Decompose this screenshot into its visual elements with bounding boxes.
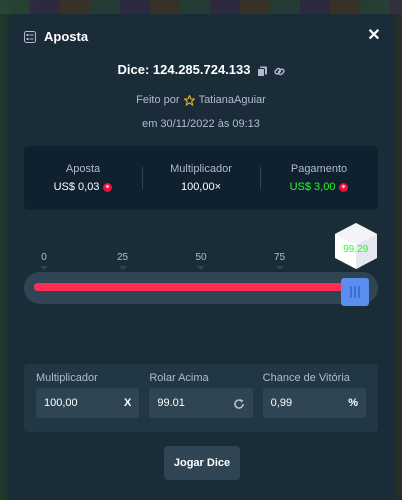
stat-payout-value-row: US$ 3,00 bbox=[290, 181, 349, 193]
percent-icon: % bbox=[348, 397, 358, 409]
link-icon[interactable] bbox=[273, 64, 285, 76]
win-chance-label: Chance de Vitória bbox=[262, 372, 350, 384]
slider-tick-label: 75 bbox=[273, 252, 286, 263]
background-games-strip bbox=[0, 0, 402, 14]
multiplier-field[interactable]: 100,00 X bbox=[36, 388, 140, 418]
stat-payout: Pagamento US$ 3,00 bbox=[260, 163, 378, 193]
win-chance-value: 0,99 bbox=[270, 397, 293, 409]
slider-handle[interactable] bbox=[340, 278, 369, 306]
stat-bet-value-row: US$ 0,03 bbox=[54, 181, 113, 193]
slider-tick-mark bbox=[275, 266, 284, 270]
play-dice-button[interactable]: Jogar Dice bbox=[164, 446, 240, 480]
bet-details-modal: Aposta ✕ Dice: 124.285.724.133 Feito por… bbox=[8, 14, 394, 500]
stat-multiplier-label: Multiplicador bbox=[170, 163, 232, 175]
slider-tick-mark bbox=[197, 266, 205, 270]
slider-tick-mark bbox=[40, 266, 48, 270]
roll-over-control: Rolar Acima 99.01 bbox=[149, 372, 253, 424]
dice-controls: Multiplicador 100,00 X Rolar Acima 99.01… bbox=[24, 364, 378, 432]
dice-result-value: 99.29 bbox=[343, 244, 369, 255]
stat-multiplier: Multiplicador 100,00× bbox=[142, 163, 260, 193]
close-button[interactable]: ✕ bbox=[366, 28, 382, 44]
stat-bet-label: Aposta bbox=[65, 163, 101, 175]
star-icon bbox=[182, 93, 196, 106]
handle-grip bbox=[353, 286, 356, 298]
currency-gem-icon bbox=[339, 182, 349, 192]
multiplier-x-icon: X bbox=[123, 397, 132, 409]
modal-header: Aposta ✕ bbox=[24, 26, 382, 46]
handle-grip bbox=[357, 286, 360, 298]
copy-icon[interactable] bbox=[256, 64, 268, 77]
dice-result-cube: 99.29 bbox=[334, 222, 378, 270]
slider-tick-label: 25 bbox=[116, 252, 129, 263]
made-by-prefix: Feito por bbox=[136, 94, 180, 106]
user-name[interactable]: TatianaAguiar bbox=[199, 94, 266, 106]
bet-list-icon bbox=[24, 30, 36, 43]
roll-over-label: Rolar Acima bbox=[149, 372, 209, 384]
stat-bet: Aposta US$ 0,03 bbox=[24, 163, 142, 193]
win-chance-control: Chance de Vitória 0,99 % bbox=[262, 372, 366, 424]
slider-tick-label: 50 bbox=[195, 252, 207, 263]
slider-loss-range bbox=[34, 283, 365, 291]
handle-grip bbox=[349, 286, 352, 298]
bet-stats-card: Aposta US$ 0,03 Multiplicador 100,00× Pa… bbox=[24, 146, 378, 210]
stat-bet-value: US$ 0,03 bbox=[53, 181, 100, 193]
stat-multiplier-value: 100,00× bbox=[180, 181, 222, 193]
currency-gem-icon bbox=[103, 182, 113, 192]
bet-id: Dice: 124.285.724.133 bbox=[117, 62, 251, 77]
stat-payout-value: US$ 3,00 bbox=[289, 181, 336, 193]
slider-tick-label: 0 bbox=[41, 252, 47, 263]
refresh-icon[interactable] bbox=[233, 397, 245, 409]
multiplier-value: 100,00 bbox=[44, 397, 78, 409]
roll-over-field[interactable]: 99.01 bbox=[149, 388, 253, 418]
slider-tick-mark bbox=[118, 266, 127, 270]
dice-slider: 0 25 50 75 100 99.29 bbox=[24, 223, 378, 346]
stat-payout-label: Pagamento bbox=[290, 163, 348, 175]
modal-title: Aposta bbox=[44, 28, 89, 44]
bet-date: em 30/11/2022 às 09:13 bbox=[142, 118, 260, 130]
multiplier-control: Multiplicador 100,00 X bbox=[36, 372, 140, 424]
slider-range bbox=[34, 283, 368, 291]
slider-track bbox=[24, 272, 378, 306]
made-by-row: Feito por TatianaAguiar bbox=[8, 93, 394, 106]
multiplier-label: Multiplicador bbox=[36, 372, 98, 384]
bet-id-row: Dice: 124.285.724.133 bbox=[8, 62, 394, 77]
win-chance-field[interactable]: 0,99 % bbox=[262, 388, 366, 418]
roll-over-value: 99.01 bbox=[157, 397, 185, 409]
